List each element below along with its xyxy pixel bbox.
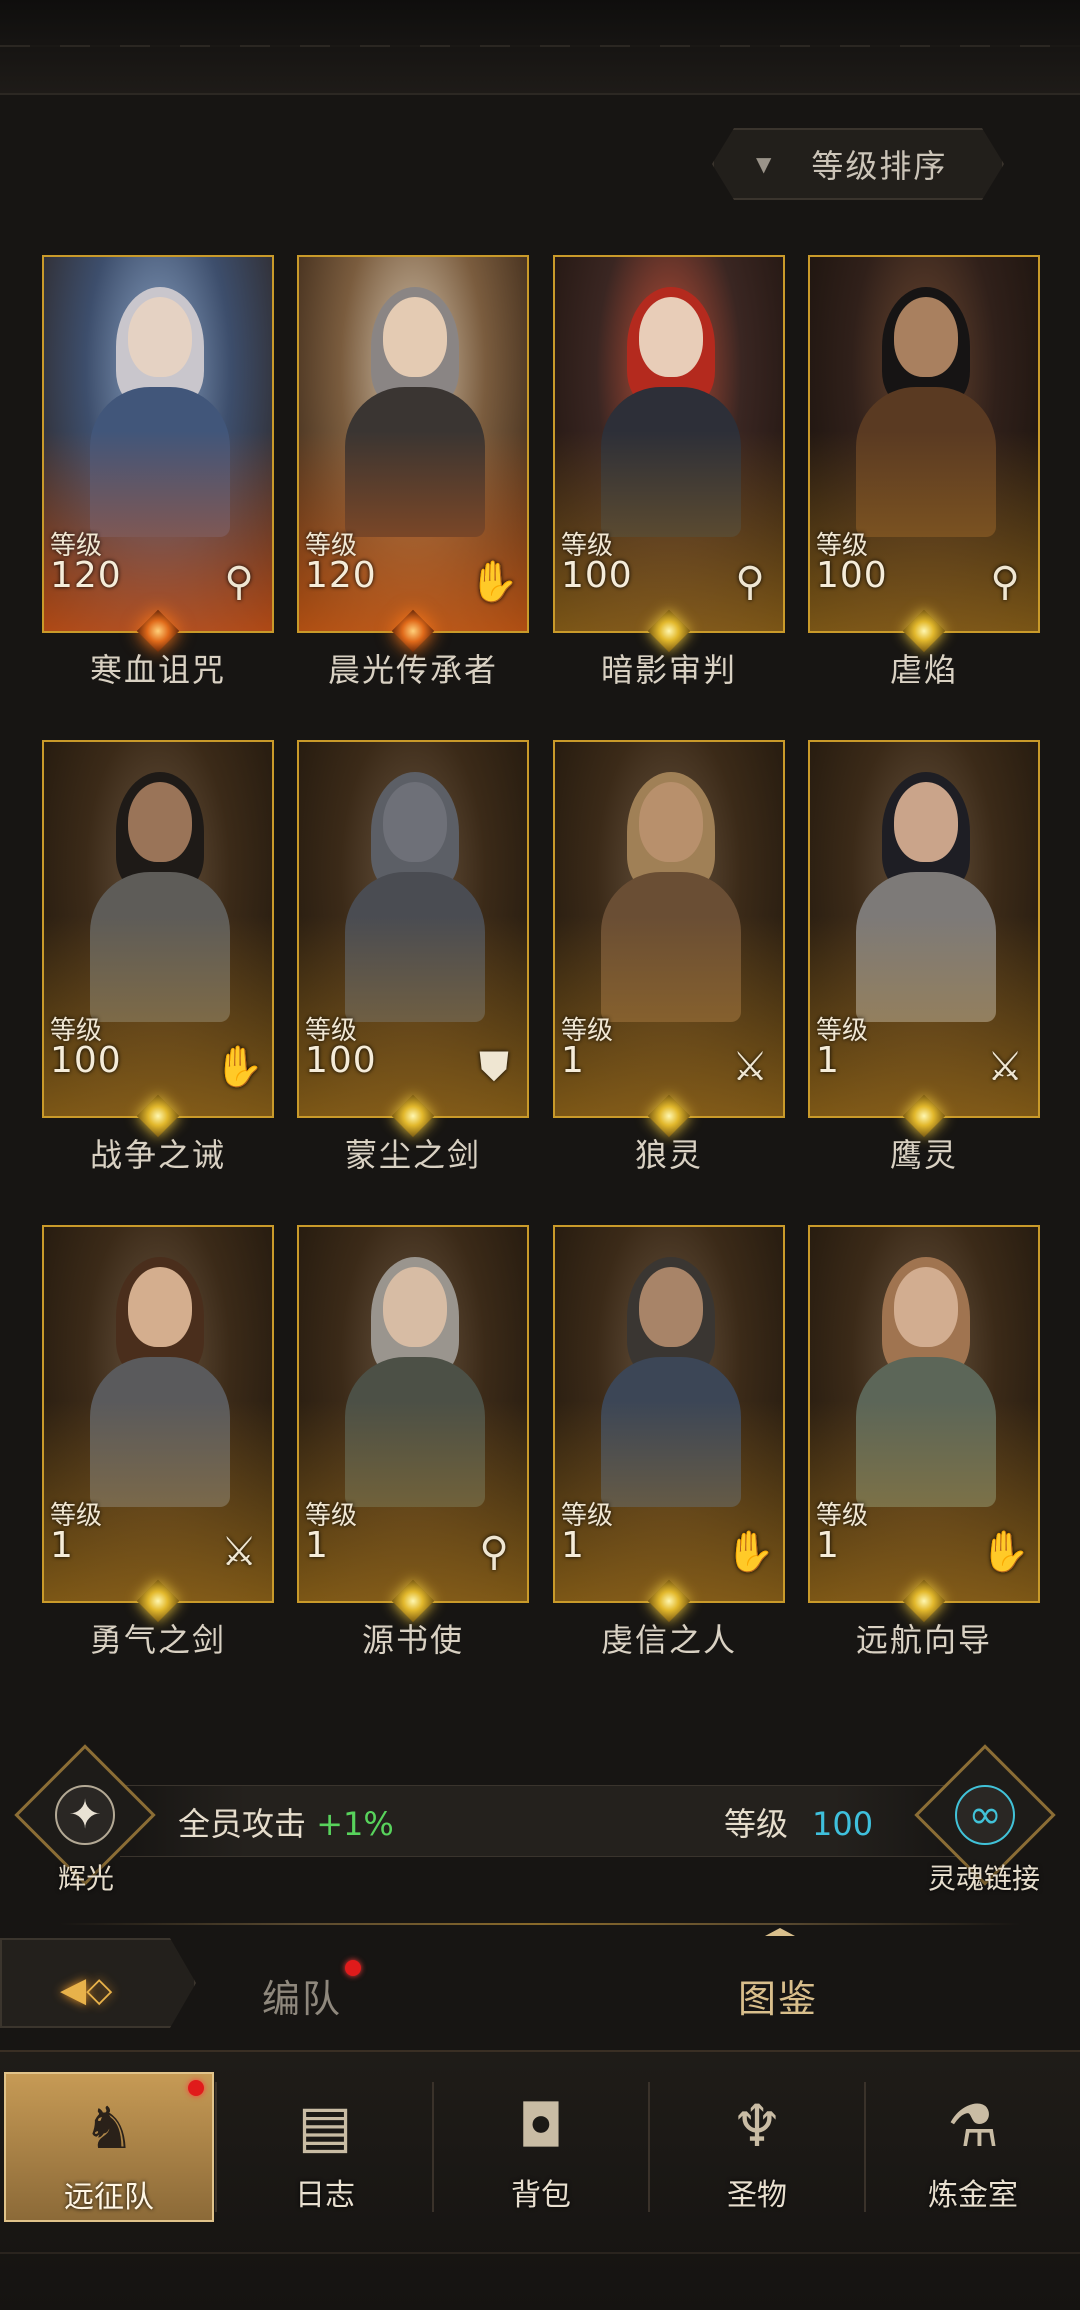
hero-name: 源书使	[361, 1621, 464, 1659]
level-value: 100	[816, 555, 888, 596]
hero-name: 虔信之人	[600, 1621, 737, 1659]
hero-card[interactable]: 等级 1 ⚔ 狼灵	[553, 740, 785, 1174]
top-ornament-bar	[0, 0, 1080, 95]
hero-name: 蒙尘之剑	[344, 1136, 481, 1174]
nav-bag[interactable]: ◘ 背包	[436, 2072, 646, 2222]
sort-label: 等级排序	[811, 147, 948, 185]
chalice-icon: ♆	[731, 2092, 783, 2160]
hero-portrait: 等级 100 ⚲	[553, 255, 785, 633]
team-tabs: ◀◇ 编队 图鉴	[0, 1928, 1080, 2038]
hero-name: 晨光传承者	[327, 651, 498, 689]
scroll-icon: ▤	[297, 2092, 353, 2160]
hero-card[interactable]: 等级 120 ⚲ 寒血诅咒	[42, 255, 274, 689]
notification-dot	[345, 1960, 361, 1976]
hero-card[interactable]: 等级 1 ⚲ 源书使	[297, 1225, 529, 1659]
hero-name: 勇气之剑	[89, 1621, 226, 1659]
nav-relics[interactable]: ♆ 圣物	[652, 2072, 862, 2222]
bag-icon: ◘	[518, 2092, 564, 2160]
attack-bonus-value: +1%	[316, 1805, 394, 1843]
sword-icon: ⚔	[732, 1044, 768, 1090]
hero-portrait: 等级 100 ⚲	[808, 255, 1040, 633]
back-arrow-icon: ◀◇	[60, 1970, 113, 2010]
sort-by-level-button[interactable]: ▼ 等级排序	[712, 128, 1004, 200]
hero-name: 寒血诅咒	[89, 651, 226, 689]
shield-icon: ⛊	[479, 1044, 509, 1090]
active-tab-indicator	[765, 1928, 795, 1936]
hero-card[interactable]: 等级 1 ✋ 虔信之人	[553, 1225, 785, 1659]
hero-portrait: 等级 1 ⚲	[297, 1225, 529, 1603]
level-value: 100	[305, 1040, 377, 1081]
hero-portrait: 等级 100 ✋	[42, 740, 274, 1118]
hero-portrait: 等级 120 ⚲	[42, 255, 274, 633]
level-value: 120	[305, 555, 377, 596]
chain-link-icon: ∞	[955, 1785, 1015, 1845]
staff-icon: ⚲	[735, 559, 765, 605]
hero-card[interactable]: 等级 1 ⚔ 勇气之剑	[42, 1225, 274, 1659]
hero-portrait: 等级 1 ⚔	[553, 740, 785, 1118]
hero-name: 远航向导	[855, 1621, 992, 1659]
hero-card[interactable]: 等级 100 ✋ 战争之诫	[42, 740, 274, 1174]
team-bonus-bar: ✦ 辉光 全员攻击 +1% 等级 100 ∞ 灵魂链接	[0, 1744, 1080, 1895]
radiance-label: 辉光	[58, 1862, 115, 1895]
hero-name: 战争之诫	[89, 1136, 226, 1174]
hero-card[interactable]: 等级 120 ✋ 晨光传承者	[297, 255, 529, 689]
hero-card[interactable]: 等级 100 ⛊ 蒙尘之剑	[297, 740, 529, 1174]
hero-portrait: 等级 1 ⚔	[42, 1225, 274, 1603]
hero-card[interactable]: 等级 1 ⚔ 鹰灵	[808, 740, 1040, 1174]
notification-dot	[188, 2080, 204, 2096]
hero-name: 狼灵	[634, 1136, 703, 1174]
hand-icon: ✋	[214, 1044, 264, 1090]
level-value: 100	[50, 1040, 122, 1081]
horned-helmet-icon: ♞	[83, 2094, 135, 2162]
bottom-navigation: ♞ 远征队 ▤ 日志 ◘ 背包 ♆ 圣物 ⚗ 炼金室	[0, 2050, 1080, 2310]
hero-card[interactable]: 等级 100 ⚲ 暗影审判	[553, 255, 785, 689]
nav-expedition[interactable]: ♞ 远征队	[4, 2072, 214, 2222]
hand-icon: ✋	[469, 559, 519, 605]
hero-card[interactable]: 等级 1 ✋ 远航向导	[808, 1225, 1040, 1659]
tab-codex[interactable]: 图鉴	[738, 1968, 818, 2023]
tab-formation[interactable]: 编队	[262, 1968, 342, 2023]
hero-name: 鹰灵	[889, 1136, 958, 1174]
staff-icon: ⚲	[224, 559, 254, 605]
level-value: 1	[50, 1525, 74, 1566]
nav-alchemy[interactable]: ⚗ 炼金室	[868, 2072, 1078, 2222]
hand-icon: ✋	[980, 1529, 1030, 1575]
level-value: 1	[561, 1040, 585, 1081]
hero-name: 虐焰	[889, 651, 958, 689]
hero-portrait: 等级 120 ✋	[297, 255, 529, 633]
sword-compass-icon: ✦	[55, 1785, 115, 1845]
sword-icon: ⚔	[221, 1529, 257, 1575]
staff-icon: ⚲	[990, 559, 1020, 605]
back-button[interactable]: ◀◇	[0, 1938, 196, 2028]
level-value: 1	[816, 1040, 840, 1081]
hand-icon: ✋	[725, 1529, 775, 1575]
section-divider	[60, 1923, 1020, 1925]
hero-portrait: 等级 1 ⚔	[808, 740, 1040, 1118]
soul-link-level-value: 100	[812, 1805, 874, 1843]
team-attack-bonus: 全员攻击 +1%	[178, 1805, 394, 1843]
soul-link-label: 灵魂链接	[928, 1862, 1041, 1895]
hero-portrait: 等级 100 ⛊	[297, 740, 529, 1118]
soul-link-level: 等级 100	[724, 1805, 874, 1843]
level-value: 1	[816, 1525, 840, 1566]
soul-link-emblem[interactable]: ∞ 灵魂链接	[910, 1744, 1060, 1895]
level-value: 120	[50, 555, 122, 596]
nav-log[interactable]: ▤ 日志	[220, 2072, 430, 2222]
alchemy-icon: ⚗	[947, 2092, 999, 2160]
level-value: 1	[561, 1525, 585, 1566]
triangle-down-icon: ▼	[756, 152, 772, 176]
radiance-emblem[interactable]: ✦ 辉光	[10, 1744, 160, 1895]
hero-card[interactable]: 等级 100 ⚲ 虐焰	[808, 255, 1040, 689]
hero-grid: 等级 120 ⚲ 寒血诅咒 等级 120 ✋ 晨光传承者 等级 100 ⚲ 暗影…	[0, 255, 1080, 1675]
sword-icon: ⚔	[987, 1044, 1023, 1090]
hero-name: 暗影审判	[600, 651, 737, 689]
level-value: 1	[305, 1525, 329, 1566]
hero-portrait: 等级 1 ✋	[553, 1225, 785, 1603]
level-value: 100	[561, 555, 633, 596]
staff-icon: ⚲	[479, 1529, 509, 1575]
hero-portrait: 等级 1 ✋	[808, 1225, 1040, 1603]
